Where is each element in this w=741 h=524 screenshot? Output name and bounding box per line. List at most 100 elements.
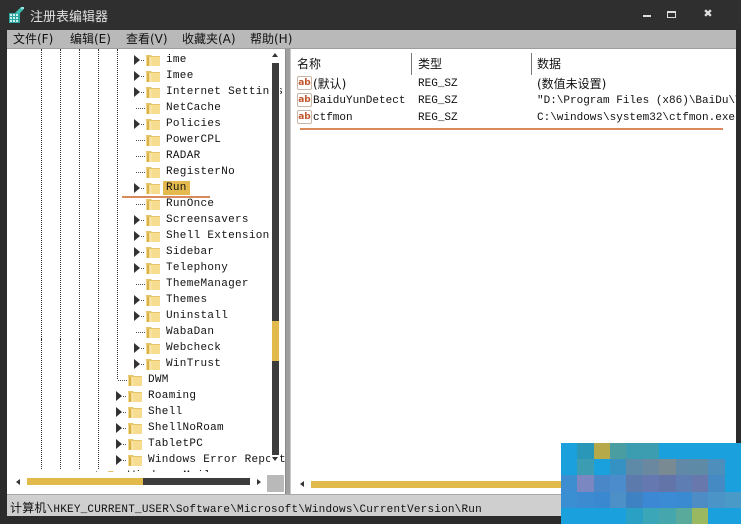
list-row[interactable]: ab (默认) REG_SZ (数值未设置) bbox=[291, 75, 736, 92]
maximize-button[interactable] bbox=[660, 6, 682, 22]
expand-arrow-icon[interactable] bbox=[134, 183, 140, 193]
tree-item-label[interactable]: Roaming bbox=[148, 389, 196, 403]
tree-item-label[interactable]: RegisterNo bbox=[166, 165, 235, 179]
tree-item-label[interactable]: Imee bbox=[166, 69, 194, 83]
tree-item-label[interactable]: RADAR bbox=[166, 149, 201, 163]
expand-arrow-icon[interactable] bbox=[134, 55, 140, 65]
scroll-down-icon[interactable] bbox=[272, 457, 278, 461]
tree-item[interactable]: Screensavers bbox=[7, 212, 277, 228]
scroll-track[interactable] bbox=[272, 63, 279, 455]
scroll-thumb[interactable] bbox=[27, 478, 143, 485]
tree-item[interactable]: Imee bbox=[7, 68, 277, 84]
tree-item[interactable]: NetCache bbox=[7, 100, 277, 116]
expand-arrow-icon[interactable] bbox=[134, 71, 140, 81]
menu-file[interactable]: 文件(F) bbox=[13, 31, 53, 48]
column-separator[interactable] bbox=[531, 53, 532, 75]
tree-item[interactable]: Telephony bbox=[7, 260, 277, 276]
tree-item[interactable]: Shell bbox=[7, 404, 277, 420]
scroll-up-icon[interactable] bbox=[272, 53, 278, 57]
expand-arrow-icon[interactable] bbox=[116, 455, 122, 465]
tree-item[interactable]: Windows Error Report bbox=[7, 452, 285, 468]
expand-arrow-icon[interactable] bbox=[134, 119, 140, 129]
scroll-right-icon[interactable] bbox=[257, 479, 261, 485]
minimize-button[interactable] bbox=[636, 6, 658, 22]
tree-item[interactable]: RegisterNo bbox=[7, 164, 277, 180]
expand-arrow-icon[interactable] bbox=[116, 391, 122, 401]
menu-view[interactable]: 查看(V) bbox=[126, 31, 168, 48]
tree-item-label[interactable]: Sidebar bbox=[166, 245, 214, 259]
expand-arrow-icon[interactable] bbox=[116, 407, 122, 417]
tree-item[interactable]: Run bbox=[7, 180, 277, 196]
tree-item-label[interactable]: RunOnce bbox=[166, 197, 214, 211]
expand-arrow-icon[interactable] bbox=[134, 359, 140, 369]
expand-arrow-icon[interactable] bbox=[134, 263, 140, 273]
scroll-left-icon[interactable] bbox=[300, 481, 304, 487]
tree-item-label[interactable]: Screensavers bbox=[166, 213, 249, 227]
values-list[interactable]: 名称 类型 数据 ab (默认) REG_SZ (数值未设置) ab BaiduYunDe… bbox=[291, 49, 736, 494]
menu-help[interactable]: 帮助(H) bbox=[250, 31, 292, 48]
expand-arrow-icon[interactable] bbox=[134, 311, 140, 321]
menu-edit[interactable]: 编辑(E) bbox=[70, 31, 111, 48]
tree-item-label[interactable]: Windows Error Report bbox=[148, 453, 285, 467]
scroll-left-icon[interactable] bbox=[16, 479, 20, 485]
scroll-thumb[interactable] bbox=[272, 321, 279, 361]
title-bar[interactable]: 注册表编辑器 ✖ bbox=[0, 0, 741, 30]
tree-item[interactable]: Internet Settings bbox=[7, 84, 283, 100]
tree-item[interactable]: Sidebar bbox=[7, 244, 277, 260]
tree-item[interactable]: TabletPC bbox=[7, 436, 277, 452]
tree-item[interactable]: PowerCPL bbox=[7, 132, 277, 148]
tree-item[interactable]: Uninstall bbox=[7, 308, 277, 324]
tree-item-label[interactable]: Internet Settings bbox=[166, 85, 283, 99]
tree-item-label[interactable]: DWM bbox=[148, 373, 169, 387]
menu-favorites[interactable]: 收藏夹(A) bbox=[182, 31, 236, 48]
tree-item[interactable]: Themes bbox=[7, 292, 277, 308]
tree-vertical-scrollbar[interactable] bbox=[270, 49, 280, 469]
tree-item[interactable]: Policies bbox=[7, 116, 277, 132]
expand-arrow-icon[interactable] bbox=[134, 231, 140, 241]
expand-arrow-icon[interactable] bbox=[134, 215, 140, 225]
column-data[interactable]: 数据 bbox=[537, 55, 561, 72]
tree-item-label[interactable]: TabletPC bbox=[148, 437, 203, 451]
column-type[interactable]: 类型 bbox=[418, 55, 442, 72]
tree-item[interactable]: DWM bbox=[7, 372, 277, 388]
tree-item-label[interactable]: ThemeManager bbox=[166, 277, 249, 291]
tree-item-label[interactable]: WabaDan bbox=[166, 325, 214, 339]
tree-item[interactable]: RADAR bbox=[7, 148, 277, 164]
tree-item[interactable]: RunOnce bbox=[7, 196, 277, 212]
tree-item[interactable]: ShellNoRoam bbox=[7, 420, 277, 436]
tree-item[interactable]: ime bbox=[7, 52, 277, 68]
tree-item-label[interactable]: Shell bbox=[148, 405, 183, 419]
expand-arrow-icon[interactable] bbox=[134, 295, 140, 305]
expand-arrow-icon[interactable] bbox=[134, 247, 140, 257]
tree-item[interactable]: WabaDan bbox=[7, 324, 277, 340]
tree-item[interactable]: Roaming bbox=[7, 388, 277, 404]
tree-item-label[interactable]: Run bbox=[163, 181, 190, 195]
expand-arrow-icon[interactable] bbox=[134, 343, 140, 353]
tree-item-label[interactable]: Themes bbox=[166, 293, 207, 307]
list-row[interactable]: ab ctfmon REG_SZ C:\windows\system32\ctfmon… bbox=[291, 109, 736, 126]
tree-item[interactable]: Shell Extensions bbox=[7, 228, 277, 244]
column-separator[interactable] bbox=[411, 53, 412, 75]
close-button[interactable]: ✖ bbox=[697, 6, 719, 22]
tree-item-label[interactable]: NetCache bbox=[166, 101, 221, 115]
tree-item-label[interactable]: Shell Extensions bbox=[166, 229, 276, 243]
tree-item-label[interactable]: WinTrust bbox=[166, 357, 221, 371]
scroll-thumb[interactable] bbox=[311, 481, 581, 488]
tree-item-label[interactable]: Policies bbox=[166, 117, 221, 131]
tree-item[interactable]: Webcheck bbox=[7, 340, 277, 356]
tree-item-label[interactable]: PowerCPL bbox=[166, 133, 221, 147]
list-row[interactable]: ab BaiduYunDetect REG_SZ "D:\Program Files … bbox=[291, 92, 736, 109]
tree-item[interactable]: WinTrust bbox=[7, 356, 277, 372]
expand-arrow-icon[interactable] bbox=[116, 423, 122, 433]
expand-arrow-icon[interactable] bbox=[116, 439, 122, 449]
column-name[interactable]: 名称 bbox=[297, 55, 321, 72]
tree-item-label[interactable]: ime bbox=[166, 53, 187, 67]
tree-item-label[interactable]: Uninstall bbox=[166, 309, 228, 323]
tree-item-label[interactable]: Telephony bbox=[166, 261, 228, 275]
tree-item[interactable]: ThemeManager bbox=[7, 276, 277, 292]
expand-arrow-icon[interactable] bbox=[134, 87, 140, 97]
tree-item-label[interactable]: ShellNoRoam bbox=[148, 421, 224, 435]
tree-horizontal-scrollbar[interactable] bbox=[7, 472, 270, 492]
tree-item-label[interactable]: Webcheck bbox=[166, 341, 221, 355]
registry-tree[interactable]: ime Imee Internet Settings NetCache Policies… bbox=[7, 49, 285, 494]
